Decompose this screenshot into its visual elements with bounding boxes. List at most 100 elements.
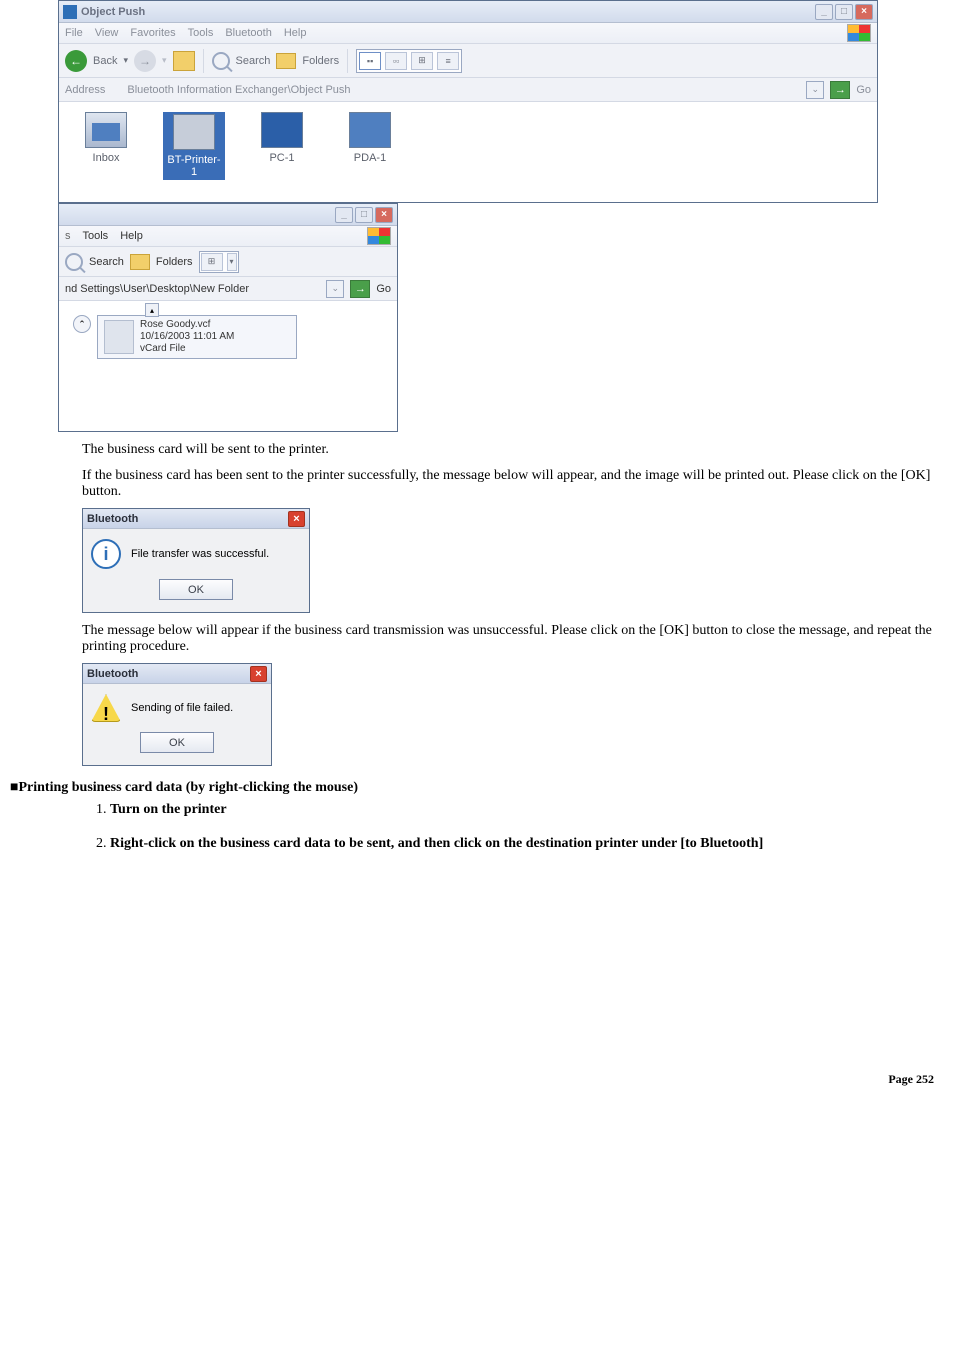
dialog-body: i File transfer was successful. OK [83,529,309,612]
folder-content: Inbox BT-Printer-1 PC-1 PDA-1 [59,102,877,202]
view-dropdown[interactable]: ⊞▾ [199,251,239,273]
back-dropdown-icon[interactable]: ▾ [123,55,128,66]
toolbar: ← Back ▾ → ▾ Search Folders ▪▪ ▫▫ ⊞ ≡ [59,44,877,78]
go-button-icon[interactable]: → [350,280,370,298]
window-titlebar: _ □ × [59,204,397,226]
paragraph-sent: The business card will be sent to the pr… [82,442,942,458]
dialog-message: File transfer was successful. [131,548,269,560]
forward-dropdown-icon[interactable]: ▾ [162,55,167,66]
up-folder-icon[interactable] [173,51,195,71]
dialog-title: Bluetooth [87,513,138,525]
file-card[interactable]: Rose Goody.vcf 10/16/2003 11:01 AM vCard… [97,315,297,359]
toolbar: Search Folders ⊞▾ [59,247,397,277]
close-button[interactable]: × [288,511,305,527]
view-icons-icon[interactable]: ⊞ [411,52,433,70]
separator [347,49,348,73]
ok-button[interactable]: OK [140,732,214,753]
folders-icon[interactable] [276,53,296,69]
maximize-button[interactable]: □ [355,207,373,223]
address-field[interactable]: nd Settings\User\Desktop\New Folder [65,283,320,295]
menu-bar: s Tools Help [59,226,397,247]
menu-tools[interactable]: Tools [83,230,109,242]
view-mode-buttons: ▪▪ ▫▫ ⊞ ≡ [356,49,462,73]
item-label: Inbox [75,152,137,164]
address-icon [111,84,123,96]
address-bar: nd Settings\User\Desktop\New Folder ⌄ → … [59,277,397,301]
address-label: Address [65,84,105,96]
item-printer[interactable]: BT-Printer-1 [163,112,225,180]
inbox-icon [85,112,127,148]
dialog-titlebar: Bluetooth × [83,509,309,529]
menu-file[interactable]: File [65,27,83,39]
back-label[interactable]: Back [93,55,117,67]
window-titlebar: Object Push _ □ × [59,1,877,23]
address-dropdown-icon[interactable]: ⌄ [806,81,824,99]
address-bar: Address Bluetooth Information Exchanger\… [59,78,877,102]
menu-bar: File View Favorites Tools Bluetooth Help [59,23,877,44]
view-icons-icon: ⊞ [201,253,223,271]
dialog-message: Sending of file failed. [131,702,233,714]
go-label[interactable]: Go [856,84,871,96]
menu-help[interactable]: Help [120,230,143,242]
item-inbox[interactable]: Inbox [75,112,137,164]
address-path: Bluetooth Information Exchanger\Object P… [127,84,350,96]
info-icon: i [91,539,121,569]
step-text: Turn on the printer [110,802,227,817]
dialog-message-row: ! Sending of file failed. [91,694,263,722]
task-row: ⌃ ▴ Rose Goody.vcf 10/16/2003 11:01 AM v… [67,309,389,365]
paragraph-success-desc: If the business card has been sent to th… [82,468,942,500]
item-pc[interactable]: PC-1 [251,112,313,164]
dialog-fail: Bluetooth × ! Sending of file failed. OK [82,663,272,766]
pda-icon [349,112,391,148]
step-1: Turn on the printer [110,802,944,818]
folders-icon[interactable] [130,254,150,270]
minimize-button[interactable]: _ [815,4,833,20]
menu-help[interactable]: Help [284,27,307,39]
dialog-title: Bluetooth [87,668,138,680]
address-dropdown-icon[interactable]: ⌄ [326,280,344,298]
step-text: Right-click on the business card data to… [110,836,763,851]
close-button[interactable]: × [855,4,873,20]
view-thumbnails-icon[interactable]: ▪▪ [359,52,381,70]
ok-button[interactable]: OK [159,579,233,600]
go-label[interactable]: Go [376,283,391,295]
forward-button-icon[interactable]: → [134,50,156,72]
menu-tools[interactable]: Tools [188,27,214,39]
dialog-titlebar: Bluetooth × [83,664,271,684]
close-button[interactable]: × [375,207,393,223]
dialog-body: ! Sending of file failed. OK [83,684,271,765]
file-type: vCard File [140,343,234,355]
collapse-icon[interactable]: ⌃ [73,315,91,333]
section-title: Printing business card data (by right-cl… [18,780,358,795]
address-field[interactable]: Bluetooth Information Exchanger\Object P… [111,84,800,96]
go-button-icon[interactable]: → [830,81,850,99]
item-label: PC-1 [251,152,313,164]
minimize-button[interactable]: _ [335,207,353,223]
scroll-up-icon[interactable]: ▴ [145,303,159,317]
file-date: 10/16/2003 11:01 AM [140,331,234,343]
search-label[interactable]: Search [236,55,271,67]
item-pda[interactable]: PDA-1 [339,112,401,164]
view-tiles-icon[interactable]: ▫▫ [385,52,407,70]
menu-view[interactable]: View [95,27,119,39]
window-title: Object Push [81,6,145,18]
back-button-icon[interactable]: ← [65,50,87,72]
separator [203,49,204,73]
folders-label[interactable]: Folders [302,55,339,67]
item-label: BT-Printer-1 [165,154,223,178]
menu-bluetooth[interactable]: Bluetooth [225,27,271,39]
search-icon[interactable] [212,52,230,70]
dialog-button-row: OK [91,579,301,600]
window-buttons: _ □ × [335,207,393,223]
view-list-icon[interactable]: ≡ [437,52,459,70]
menu-favorites[interactable]: Favorites [130,27,175,39]
folders-label[interactable]: Folders [156,256,193,268]
section-heading: ■Printing business card data (by right-c… [10,780,944,796]
maximize-button[interactable]: □ [835,4,853,20]
vcard-icon [104,320,134,354]
item-label: PDA-1 [339,152,401,164]
folder-content: ⌃ ▴ Rose Goody.vcf 10/16/2003 11:01 AM v… [59,301,397,431]
search-icon[interactable] [65,253,83,271]
close-button[interactable]: × [250,666,267,682]
search-label[interactable]: Search [89,256,124,268]
